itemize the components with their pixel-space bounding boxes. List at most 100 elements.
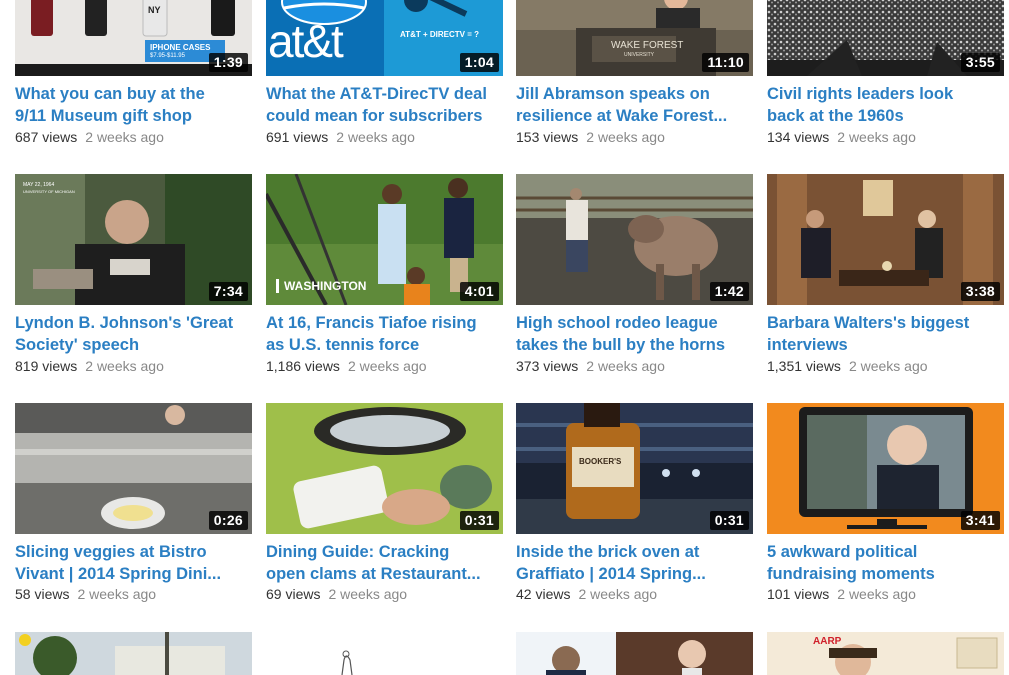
video-title-link[interactable]: At 16, Francis Tiafoe rising as U.S. ten…: [266, 313, 506, 356]
video-title-line: Vivant | 2014 Spring Dini...: [15, 564, 222, 583]
video-thumbnail[interactable]: IPHONE CASES $7.95-$11.95 NY 1:39: [15, 0, 252, 76]
video-meta: 101 views 2 weeks ago: [767, 586, 916, 603]
video-thumbnail[interactable]: AARP: [767, 632, 1004, 675]
thumbnail-date: MAY 22, 1964: [23, 182, 55, 188]
video-thumbnail[interactable]: 3:38: [767, 174, 1004, 305]
video-title-link[interactable]: What you can buy at the 9/11 Museum gift…: [15, 84, 255, 127]
view-count: 58 views: [15, 586, 70, 602]
thumbnail-caption: IPHONE CASES: [150, 43, 211, 52]
thumbnail-caption: AT&T + DIRECTV = ?: [400, 30, 479, 39]
video-thumbnail[interactable]: 3:55: [767, 0, 1004, 76]
view-count: 691 views: [266, 129, 329, 145]
video-duration: 7:34: [208, 282, 248, 301]
video-title-line: Civil rights leaders look: [767, 85, 954, 103]
upload-age: 2 weeks ago: [336, 129, 415, 145]
video-title-line: resilience at Wake Forest...: [516, 106, 728, 125]
view-count: 134 views: [767, 129, 830, 145]
video-duration: 3:38: [960, 282, 1000, 301]
video-thumbnail[interactable]: MAY 22, 1964 UNIVERSITY OF MICHIGAN 7:34: [15, 174, 252, 305]
video-thumbnail[interactable]: WAKE FOREST UNIVERSITY 11:10: [516, 0, 753, 76]
video-duration: 3:41: [960, 511, 1000, 530]
video-thumbnail[interactable]: BOOKER'S 0:31: [516, 403, 753, 534]
video-title-line: At 16, Francis Tiafoe rising: [266, 314, 477, 332]
video-thumbnail[interactable]: [15, 632, 252, 675]
thumbnail-logo-text: at&t: [268, 15, 344, 67]
bottle-label-text: BOOKER'S: [579, 457, 622, 466]
video-title-link[interactable]: Dining Guide: Cracking open clams at Res…: [266, 542, 506, 585]
video-thumbnail[interactable]: 3:41: [767, 403, 1004, 534]
video-meta: 819 views 2 weeks ago: [15, 358, 164, 375]
thumbnail-subcaption: $7.95-$11.95: [150, 53, 185, 59]
video-duration: 0:31: [709, 511, 749, 530]
view-count: 101 views: [767, 586, 830, 602]
video-thumbnail[interactable]: 1:42: [516, 174, 753, 305]
video-meta: 691 views 2 weeks ago: [266, 129, 415, 146]
view-count: 373 views: [516, 358, 579, 374]
video-title-line: Dining Guide: Cracking: [266, 543, 450, 561]
video-duration: 0:26: [208, 511, 248, 530]
video-duration: 1:42: [709, 282, 749, 301]
video-title-line: interviews: [767, 335, 848, 354]
upload-age: 2 weeks ago: [85, 129, 164, 145]
video-title-line: Graffiato | 2014 Spring...: [516, 564, 706, 583]
sponsor-logo-text: AARP: [813, 636, 842, 647]
video-duration: 0:31: [459, 511, 499, 530]
video-thumbnail[interactable]: [516, 632, 753, 675]
video-title-link[interactable]: Jill Abramson speaks on resilience at Wa…: [516, 84, 756, 127]
video-title-line: High school rodeo league: [516, 314, 718, 332]
video-meta: 1,186 views 2 weeks ago: [266, 358, 427, 375]
video-meta: 42 views 2 weeks ago: [516, 586, 657, 603]
video-meta: 153 views 2 weeks ago: [516, 129, 665, 146]
video-meta: 134 views 2 weeks ago: [767, 129, 916, 146]
video-duration: 4:01: [459, 282, 499, 301]
podium-logo-subtext: UNIVERSITY: [624, 52, 655, 58]
video-thumbnail[interactable]: at&t AT&T + DIRECTV = ? 1:04: [266, 0, 503, 76]
video-title-link[interactable]: Inside the brick oven at Graffiato | 201…: [516, 542, 756, 585]
upload-age: 2 weeks ago: [586, 358, 665, 374]
video-duration: 3:55: [960, 53, 1000, 72]
video-title-line: What you can buy at the: [15, 85, 205, 103]
video-meta: 1,351 views 2 weeks ago: [767, 358, 928, 375]
video-title-link[interactable]: Barbara Walters's biggest interviews: [767, 313, 1007, 356]
video-title-line: open clams at Restaurant...: [266, 564, 481, 583]
thumbnail-location: UNIVERSITY OF MICHIGAN: [23, 189, 75, 194]
video-thumbnail[interactable]: WASHINGTON 4:01: [266, 174, 503, 305]
video-duration: 1:04: [459, 53, 499, 72]
video-title-link[interactable]: Lyndon B. Johnson's 'Great Society' spee…: [15, 313, 255, 356]
podium-logo-text: WAKE FOREST: [611, 40, 684, 51]
video-duration: 11:10: [702, 53, 749, 72]
video-thumbnail[interactable]: 0:26: [15, 403, 252, 534]
video-grid: IPHONE CASES $7.95-$11.95 NY 1:39 What y…: [0, 0, 1009, 675]
video-meta: 69 views 2 weeks ago: [266, 586, 407, 603]
video-meta: 687 views 2 weeks ago: [15, 129, 164, 146]
video-meta: 373 views 2 weeks ago: [516, 358, 665, 375]
view-count: 153 views: [516, 129, 579, 145]
upload-age: 2 weeks ago: [77, 586, 157, 602]
upload-age: 2 weeks ago: [578, 586, 658, 602]
video-title-line: takes the bull by the horns: [516, 335, 726, 354]
view-count: 1,186 views: [266, 358, 340, 374]
video-title-line: Society' speech: [15, 335, 140, 354]
video-duration: 1:39: [208, 53, 248, 72]
video-title-line: Jill Abramson speaks on: [516, 85, 710, 103]
video-meta: 58 views 2 weeks ago: [15, 586, 156, 603]
video-title-line: as U.S. tennis force: [266, 335, 420, 354]
upload-age: 2 weeks ago: [85, 358, 164, 374]
video-title-link[interactable]: 5 awkward political fundraising moments: [767, 542, 1007, 585]
video-title-link[interactable]: What the AT&T-DirecTV deal could mean fo…: [266, 84, 506, 127]
video-title-line: 9/11 Museum gift shop: [15, 106, 192, 125]
thumbnail-text: NY: [148, 5, 161, 15]
video-title-line: Inside the brick oven at: [516, 543, 700, 561]
video-title-line: Slicing veggies at Bistro: [15, 543, 207, 561]
upload-age: 2 weeks ago: [848, 358, 928, 374]
video-title-link[interactable]: High school rodeo league takes the bull …: [516, 313, 756, 356]
video-title-line: 5 awkward political: [767, 543, 918, 561]
view-count: 69 views: [266, 586, 321, 602]
video-thumbnail[interactable]: [266, 632, 503, 675]
view-count: 687 views: [15, 129, 78, 145]
upload-age: 2 weeks ago: [837, 586, 916, 602]
video-title-link[interactable]: Civil rights leaders look back at the 19…: [767, 84, 1007, 127]
video-thumbnail[interactable]: 0:31: [266, 403, 503, 534]
video-title-link[interactable]: Slicing veggies at Bistro Vivant | 2014 …: [15, 542, 255, 585]
upload-age: 2 weeks ago: [328, 586, 408, 602]
